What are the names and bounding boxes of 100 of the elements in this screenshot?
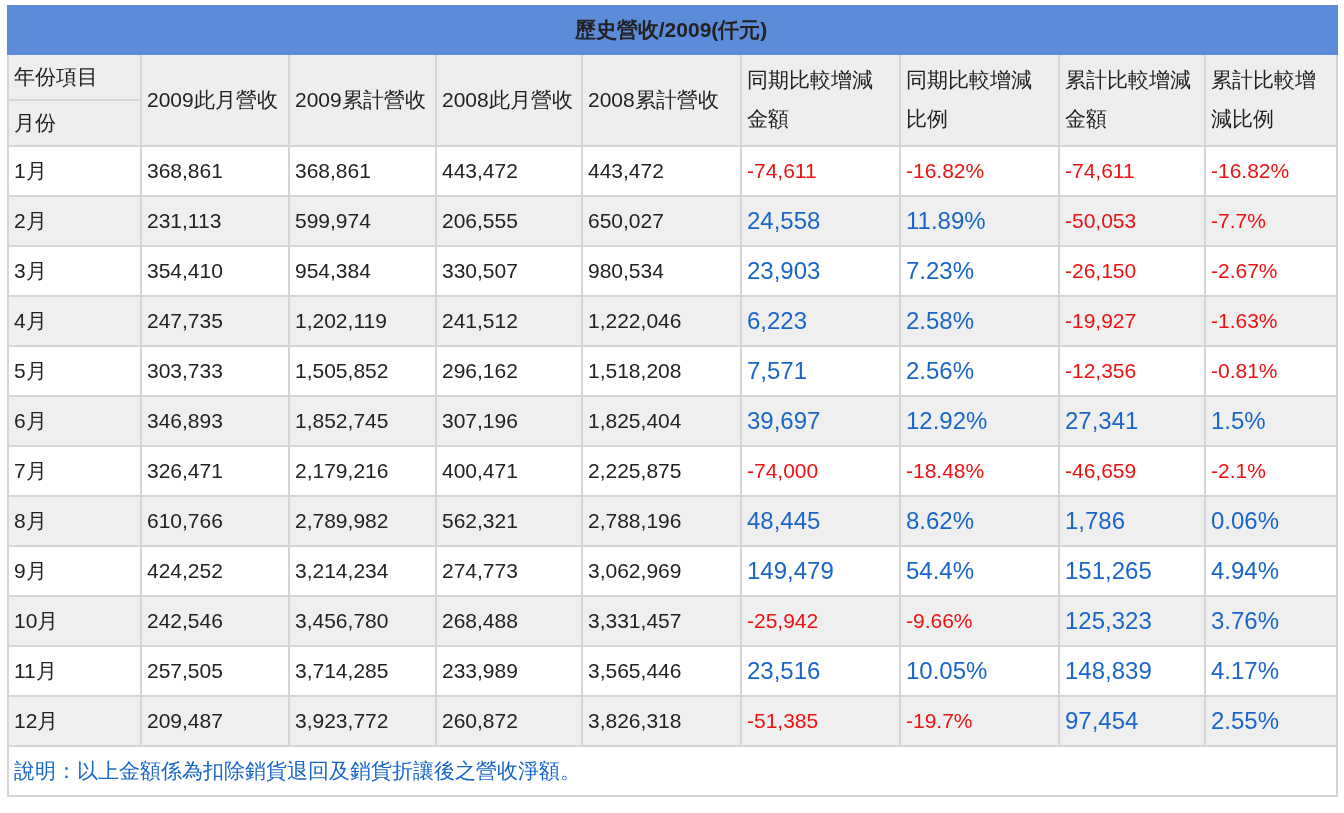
table-cell: -2.1% bbox=[1205, 446, 1338, 496]
table-cell: 303,733 bbox=[141, 346, 289, 396]
table-cell: 4.94% bbox=[1205, 546, 1338, 596]
month-cell: 9月 bbox=[8, 546, 141, 596]
table-cell: 2.58% bbox=[900, 296, 1059, 346]
table-cell: -19,927 bbox=[1059, 296, 1205, 346]
month-cell: 12月 bbox=[8, 696, 141, 746]
table-cell: -9.66% bbox=[900, 596, 1059, 646]
table-cell: 206,555 bbox=[436, 196, 582, 246]
table-cell: 3,714,285 bbox=[289, 646, 436, 696]
column-header: 同期比較增減比例 bbox=[900, 54, 1059, 146]
column-header: 累計比較增減金額 bbox=[1059, 54, 1205, 146]
table-cell: 241,512 bbox=[436, 296, 582, 346]
header-cell: 年份項目 bbox=[8, 54, 141, 100]
table-cell: -16.82% bbox=[900, 146, 1059, 196]
table-cell: -26,150 bbox=[1059, 246, 1205, 296]
table-cell: 562,321 bbox=[436, 496, 582, 546]
footnote: 說明：以上金額係為扣除銷貨退回及銷貨折讓後之營收淨額。 bbox=[8, 746, 1338, 796]
table-cell: -74,000 bbox=[741, 446, 900, 496]
month-cell: 7月 bbox=[8, 446, 141, 496]
table-cell: 1,825,404 bbox=[582, 396, 741, 446]
table-cell: 27,341 bbox=[1059, 396, 1205, 446]
table-cell: 11.89% bbox=[900, 196, 1059, 246]
table-cell: 599,974 bbox=[289, 196, 436, 246]
table-cell: 4.17% bbox=[1205, 646, 1338, 696]
table-cell: 148,839 bbox=[1059, 646, 1205, 696]
table-cell: 24,558 bbox=[741, 196, 900, 246]
table-cell: 233,989 bbox=[436, 646, 582, 696]
table-cell: 3,062,969 bbox=[582, 546, 741, 596]
table-cell: 12.92% bbox=[900, 396, 1059, 446]
table-cell: 7.23% bbox=[900, 246, 1059, 296]
month-cell: 4月 bbox=[8, 296, 141, 346]
table-cell: 7,571 bbox=[741, 346, 900, 396]
table-cell: 3,565,446 bbox=[582, 646, 741, 696]
table-cell: -25,942 bbox=[741, 596, 900, 646]
table-cell: 307,196 bbox=[436, 396, 582, 446]
table-cell: 346,893 bbox=[141, 396, 289, 446]
table-cell: 1,852,745 bbox=[289, 396, 436, 446]
table-cell: -18.48% bbox=[900, 446, 1059, 496]
column-header: 2009累計營收 bbox=[289, 54, 436, 146]
table-cell: 39,697 bbox=[741, 396, 900, 446]
table-cell: -74,611 bbox=[741, 146, 900, 196]
table-cell: 149,479 bbox=[741, 546, 900, 596]
month-cell: 10月 bbox=[8, 596, 141, 646]
column-header: 2009此月營收 bbox=[141, 54, 289, 146]
month-cell: 11月 bbox=[8, 646, 141, 696]
table-cell: -12,356 bbox=[1059, 346, 1205, 396]
table-cell: -16.82% bbox=[1205, 146, 1338, 196]
table-cell: 23,516 bbox=[741, 646, 900, 696]
column-header: 累計比較增減比例 bbox=[1205, 54, 1338, 146]
table-cell: 1.5% bbox=[1205, 396, 1338, 446]
table-cell: 2,225,875 bbox=[582, 446, 741, 496]
table-cell: 48,445 bbox=[741, 496, 900, 546]
month-cell: 1月 bbox=[8, 146, 141, 196]
month-cell: 3月 bbox=[8, 246, 141, 296]
table-cell: 326,471 bbox=[141, 446, 289, 496]
table-cell: 1,518,208 bbox=[582, 346, 741, 396]
table-cell: 97,454 bbox=[1059, 696, 1205, 746]
table-cell: 1,222,046 bbox=[582, 296, 741, 346]
table-cell: 242,546 bbox=[141, 596, 289, 646]
table-cell: -0.81% bbox=[1205, 346, 1338, 396]
table-cell: 54.4% bbox=[900, 546, 1059, 596]
table-cell: -7.7% bbox=[1205, 196, 1338, 246]
table-cell: -50,053 bbox=[1059, 196, 1205, 246]
table-cell: 3,826,318 bbox=[582, 696, 741, 746]
table-cell: 424,252 bbox=[141, 546, 289, 596]
table-cell: 8.62% bbox=[900, 496, 1059, 546]
table-cell: 1,505,852 bbox=[289, 346, 436, 396]
table-cell: 400,471 bbox=[436, 446, 582, 496]
table-cell: 151,265 bbox=[1059, 546, 1205, 596]
table-cell: 10.05% bbox=[900, 646, 1059, 696]
table-title: 歷史營收/2009(仟元) bbox=[8, 6, 1338, 54]
table-cell: 354,410 bbox=[141, 246, 289, 296]
table-cell: 3,331,457 bbox=[582, 596, 741, 646]
table-cell: -2.67% bbox=[1205, 246, 1338, 296]
header-cell: 月份 bbox=[8, 100, 141, 146]
table-cell: -51,385 bbox=[741, 696, 900, 746]
table-cell: 260,872 bbox=[436, 696, 582, 746]
table-cell: 1,786 bbox=[1059, 496, 1205, 546]
month-cell: 2月 bbox=[8, 196, 141, 246]
table-cell: 247,735 bbox=[141, 296, 289, 346]
table-cell: 368,861 bbox=[141, 146, 289, 196]
month-cell: 8月 bbox=[8, 496, 141, 546]
table-cell: 2.55% bbox=[1205, 696, 1338, 746]
table-cell: 209,487 bbox=[141, 696, 289, 746]
table-cell: 330,507 bbox=[436, 246, 582, 296]
table-cell: 954,384 bbox=[289, 246, 436, 296]
table-cell: 2,789,982 bbox=[289, 496, 436, 546]
table-cell: -46,659 bbox=[1059, 446, 1205, 496]
column-header: 同期比較增減金額 bbox=[741, 54, 900, 146]
table-cell: 1,202,119 bbox=[289, 296, 436, 346]
table-cell: 650,027 bbox=[582, 196, 741, 246]
table-cell: 3,456,780 bbox=[289, 596, 436, 646]
table-cell: 23,903 bbox=[741, 246, 900, 296]
table-cell: 125,323 bbox=[1059, 596, 1205, 646]
table-cell: 268,488 bbox=[436, 596, 582, 646]
table-cell: 2.56% bbox=[900, 346, 1059, 396]
table-cell: -74,611 bbox=[1059, 146, 1205, 196]
table-cell: -19.7% bbox=[900, 696, 1059, 746]
month-cell: 6月 bbox=[8, 396, 141, 446]
